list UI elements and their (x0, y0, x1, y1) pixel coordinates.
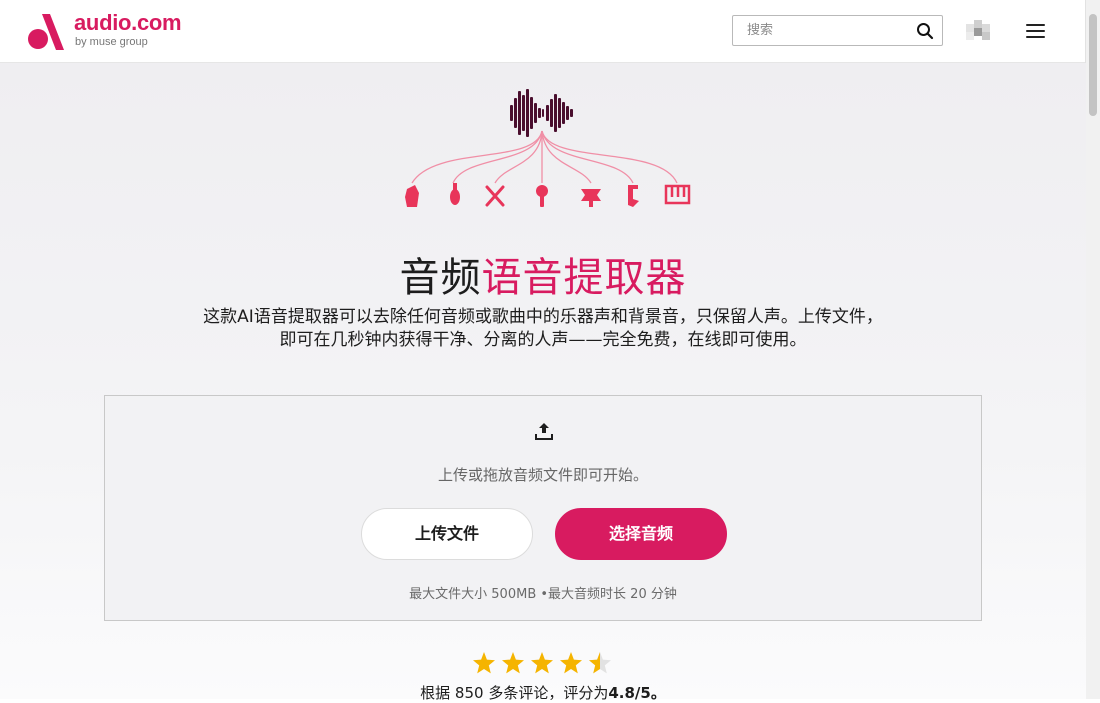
upload-limits: 最大文件大小 500MB •最大音频时长 20 分钟 (409, 587, 677, 602)
microphone-icon (536, 185, 548, 207)
page-scrollbar[interactable] (1085, 0, 1100, 699)
search-input[interactable] (733, 16, 941, 45)
waveform-icon (510, 89, 573, 137)
audio-com-logo[interactable]: audio.com by muse group (28, 10, 188, 54)
main-content: 音频语音提取器 这款AI语音提取器可以去除任何音频或歌曲中的乐器声和背景音，只保… (0, 63, 1086, 702)
avatar[interactable] (966, 20, 990, 40)
upload-dropzone[interactable]: 上传或拖放音频文件即可开始。 上传文件 选择音频 最大文件大小 500MB •最… (104, 395, 982, 621)
drumsticks-icon (485, 185, 505, 207)
hero-illustration (405, 89, 691, 207)
star-icon (560, 652, 582, 674)
choose-audio-button[interactable]: 选择音频 (555, 508, 727, 560)
title-accent: 语音提取器 (481, 255, 687, 301)
trumpet-icon (581, 189, 601, 207)
rating-value: 4.8/5。 (608, 684, 666, 702)
upload-hint: 上传或拖放音频文件即可开始。 (437, 466, 648, 484)
star-icon (473, 652, 495, 674)
saxophone-icon (628, 185, 639, 207)
logo-tagline: by muse group (75, 36, 148, 48)
star-icon (502, 652, 524, 674)
keyboard-icon (664, 184, 691, 205)
upload-file-button[interactable]: 上传文件 (361, 508, 533, 560)
hamburger-menu-icon[interactable] (1026, 22, 1046, 40)
half-star-icon (589, 652, 611, 674)
rating-text: 根据 850 多条评论，评分为4.8/5。 (0, 682, 1086, 703)
search-icon[interactable] (916, 22, 934, 40)
rating-stars (473, 652, 611, 674)
violin-icon (450, 183, 460, 205)
page-title: 音频语音提取器 (0, 253, 1086, 303)
rating-prefix: 根据 850 多条评论，评分为 (420, 684, 609, 702)
logo-text: audio.com (74, 10, 182, 35)
search-box[interactable] (732, 15, 943, 46)
star-icon (531, 652, 553, 674)
site-header: audio.com by muse group (0, 0, 1086, 63)
page-description: 这款AI语音提取器可以去除任何音频或歌曲中的乐器声和背景音，只保留人声。上传文件… (203, 307, 883, 350)
electric-guitar-icon (405, 185, 419, 207)
scrollbar-thumb[interactable] (1089, 14, 1097, 116)
title-plain: 音频 (399, 255, 482, 301)
upload-icon (535, 423, 553, 440)
logo-mark-icon (28, 14, 64, 50)
